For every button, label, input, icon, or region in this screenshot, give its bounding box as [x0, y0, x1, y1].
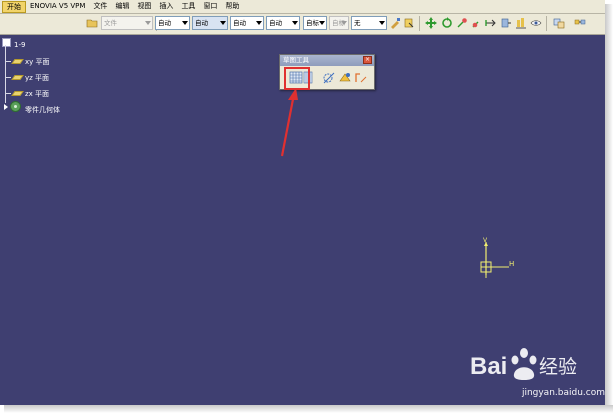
style-dropdown[interactable]: 自标 — [329, 16, 349, 30]
layer-dropdown-value: 文件 — [104, 19, 117, 27]
menu-file[interactable]: 文件 — [89, 0, 111, 13]
line-type-dropdown-value: 自动 — [269, 19, 282, 27]
transparency-dropdown[interactable]: 自动 — [192, 16, 228, 30]
normal-view-icon[interactable] — [485, 17, 497, 29]
axis-v-label: V — [483, 237, 488, 244]
toolbar-separator — [419, 16, 420, 31]
chevron-down-icon — [379, 21, 385, 25]
svg-text:经验: 经验 — [539, 356, 577, 378]
menu-bar: 开始 ENOVIA V5 VPM 文件 编辑 视图 插入 工具 窗口 帮助 — [0, 0, 605, 14]
construction-element-icon[interactable] — [321, 70, 337, 85]
frame-shadow — [605, 4, 613, 413]
sketch-tools-title[interactable]: 草图工具 — [280, 55, 374, 66]
chevron-down-icon — [182, 21, 188, 25]
zoom-in-icon[interactable] — [456, 17, 468, 29]
plane-icon — [11, 91, 24, 96]
line-weight-dropdown[interactable]: 自动 — [230, 16, 264, 30]
properties-toolbar: 文件 自动 自动 自动 自动 自标 自标 无 — [0, 14, 605, 35]
menu-edit[interactable]: 编辑 — [111, 0, 133, 13]
painter-icon[interactable] — [389, 17, 401, 29]
layer-dropdown[interactable]: 文件 — [101, 16, 153, 30]
color-dropdown[interactable]: 自动 — [155, 16, 190, 30]
watermark-url: jingyan.baidu.com — [521, 388, 605, 398]
tree-item-yz-plane[interactable]: yz 平面 — [25, 73, 49, 83]
menu-tools[interactable]: 工具 — [177, 0, 199, 13]
geometrical-constraints-icon[interactable] — [337, 70, 353, 85]
sketch-display-icon[interactable] — [515, 17, 527, 29]
tree-connector — [5, 61, 11, 62]
tree-item-zx-plane[interactable]: zx 平面 — [25, 89, 49, 99]
part-root-icon[interactable] — [2, 38, 11, 47]
menu-insert[interactable]: 插入 — [155, 0, 177, 13]
zoom-out-icon[interactable] — [471, 17, 483, 29]
color-dropdown-value: 自动 — [158, 19, 171, 27]
properties-icon[interactable] — [403, 17, 415, 29]
chevron-down-icon — [256, 21, 262, 25]
menu-enovia[interactable]: ENOVIA V5 VPM — [26, 0, 89, 13]
tree-connector — [5, 93, 11, 94]
chevron-down-icon — [292, 21, 298, 25]
hide-show-icon[interactable] — [530, 17, 542, 29]
menu-view[interactable]: 视图 — [133, 0, 155, 13]
swap-visible-space-icon[interactable] — [553, 17, 565, 29]
catia-window: 开始 ENOVIA V5 VPM 文件 编辑 视图 插入 工具 窗口 帮助 文件… — [0, 0, 605, 405]
rotate-icon[interactable] — [441, 17, 453, 29]
plane-icon — [11, 75, 24, 80]
expand-arrow-icon[interactable] — [4, 104, 8, 110]
transparency-dropdown-value: 自动 — [195, 19, 208, 27]
pan-icon[interactable] — [425, 17, 437, 29]
chevron-down-icon — [319, 21, 325, 25]
chevron-down-icon — [341, 21, 347, 25]
sketch-axis-icon — [480, 242, 509, 278]
render-style-dropdown[interactable]: 无 — [351, 16, 387, 30]
dimensional-constraints-icon[interactable] — [353, 70, 369, 85]
cut-by-plane-icon[interactable] — [500, 17, 512, 29]
line-type-dropdown[interactable]: 自动 — [266, 16, 300, 30]
chevron-down-icon — [220, 21, 226, 25]
tree-item-xy-plane[interactable]: xy 平面 — [25, 57, 50, 67]
tree-item-part-body[interactable]: 零件几何体 — [25, 105, 60, 115]
workbench-icon[interactable] — [574, 17, 586, 29]
close-button[interactable]: × — [363, 56, 372, 64]
menu-window[interactable]: 窗口 — [199, 0, 221, 13]
tree-connector — [5, 77, 11, 78]
point-type-dropdown-value: 自标 — [306, 19, 319, 27]
svg-text:Bai: Bai — [470, 353, 507, 380]
tree-connector — [5, 45, 6, 103]
frame-shadow — [4, 405, 613, 413]
tree-root-label[interactable]: 1-9 — [14, 41, 25, 49]
annotation-arrow-icon — [280, 88, 298, 157]
point-type-dropdown[interactable]: 自标 — [303, 16, 327, 30]
plane-icon — [11, 59, 24, 64]
menu-start[interactable]: 开始 — [2, 0, 26, 13]
menu-help[interactable]: 帮助 — [221, 0, 243, 13]
part-body-icon — [10, 101, 21, 112]
open-folder-icon[interactable] — [86, 17, 98, 29]
axis-h-label: H — [509, 260, 515, 268]
render-style-dropdown-value: 无 — [354, 19, 361, 27]
line-weight-dropdown-value: 自动 — [233, 19, 246, 27]
toolbar-separator — [546, 16, 547, 31]
chevron-down-icon — [145, 21, 151, 25]
